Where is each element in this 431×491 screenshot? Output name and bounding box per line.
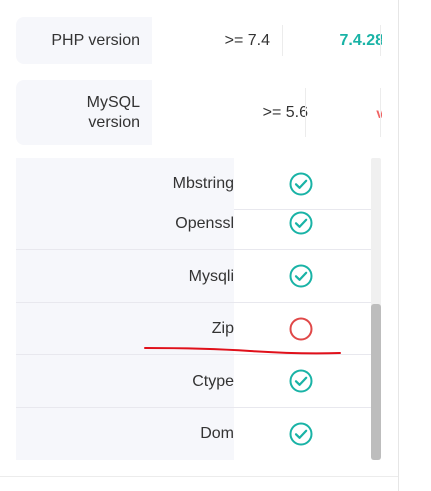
requirement-required: >= 5.6 <box>262 103 308 121</box>
check-circle-icon <box>289 422 313 446</box>
requirement-name: PHP version <box>16 17 152 64</box>
column-divider <box>380 88 381 137</box>
extension-row: Mysqli <box>16 250 371 303</box>
panel-bottom-border <box>0 476 398 477</box>
extension-label: Dom <box>200 425 234 442</box>
check-circle-icon <box>289 172 313 196</box>
extension-name: Dom <box>16 408 234 460</box>
empty-circle-icon <box>289 317 313 341</box>
red-underline-annotation <box>144 347 341 355</box>
requirement-row-php: PHP version >= 7.4 7.4.28 <box>16 17 382 64</box>
extension-label: Mysqli <box>188 267 234 285</box>
extension-label: Ctype <box>192 372 234 390</box>
check-circle-icon <box>289 369 313 393</box>
extension-name: Mysqli <box>16 250 234 303</box>
requirement-current: 7.4.28 <box>339 31 382 49</box>
extension-row: Dom <box>16 408 371 460</box>
extensions-table: Mbstring Openssl Mysqli Zip Ctype Dom <box>16 158 382 460</box>
panel-right-edge <box>398 0 399 491</box>
requirement-row-mysql: MySQL version >= 5.6 v <box>16 80 382 145</box>
extension-label: Openssl <box>175 214 234 232</box>
scrollbar-thumb[interactable] <box>371 304 381 460</box>
extension-name: Openssl <box>16 197 234 250</box>
requirement-name: MySQL version <box>16 80 152 145</box>
extension-name: Ctype <box>16 355 234 408</box>
extension-row: Ctype <box>16 355 371 408</box>
extension-label: Zip <box>211 320 234 337</box>
requirement-required: >= 7.4 <box>224 31 270 49</box>
extension-label: Mbstring <box>172 175 234 192</box>
check-circle-icon <box>289 264 313 288</box>
extension-row: Openssl <box>16 197 371 250</box>
requirement-current: v <box>306 80 382 145</box>
column-divider <box>380 25 381 56</box>
check-circle-icon <box>289 211 313 235</box>
